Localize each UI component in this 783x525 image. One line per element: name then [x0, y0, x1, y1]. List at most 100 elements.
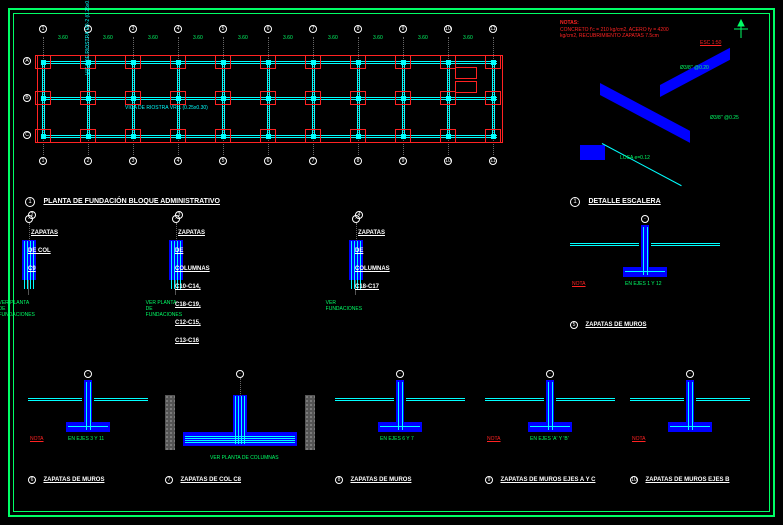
- column-marker: [401, 60, 406, 65]
- column-marker: [266, 134, 271, 139]
- grid-bubble-top: 6: [264, 25, 272, 33]
- section-grid-bubble: ·: [396, 370, 404, 378]
- rebar-h: [185, 442, 295, 443]
- floor-left: [28, 398, 82, 401]
- column-marker: [491, 96, 496, 101]
- footing-sub: VER PLANTA DE FUNDACIONES: [0, 300, 35, 318]
- stair-detail: Ø3/8" @0.20 Ø3/8" @0.25 LOSA e=0.12: [570, 55, 750, 175]
- grid-bubble-left: B: [23, 94, 31, 102]
- column-marker: [176, 96, 181, 101]
- column-marker: [41, 134, 46, 139]
- rebar-h: [185, 438, 295, 439]
- section-grid-bubble: ·: [546, 370, 554, 378]
- column-marker: [176, 60, 181, 65]
- detail-bubble: 4: [355, 211, 363, 219]
- column-marker: [176, 134, 181, 139]
- column-marker: [401, 96, 406, 101]
- foundation-plan: 13.60123.60233.60343.60453.60563.60673.6…: [25, 25, 515, 175]
- grid-bubble-bottom: 6: [264, 157, 272, 165]
- detail-title: ZAPATAS DE MUROS EJES B: [645, 477, 729, 483]
- detail-title-row: 6 ZAPATAS DE MUROS: [28, 468, 104, 486]
- detail-title-row: 10 ZAPATAS DE MUROS EJES B: [630, 468, 729, 486]
- rebar-v: [235, 396, 236, 444]
- stair-rebar-main-label: Ø3/8" @0.20: [680, 65, 709, 71]
- rebar-v: [90, 382, 91, 430]
- rebar-h: [670, 426, 710, 427]
- floor-left: [335, 398, 394, 401]
- grid-bubble-bottom: 11: [489, 157, 497, 165]
- plan-dim: 3.60: [328, 35, 338, 41]
- rebar-h: [68, 426, 108, 427]
- plan-dim: 3.60: [463, 35, 473, 41]
- floor-left: [570, 243, 639, 246]
- wall-footing-sub: EN EJES 6 Y 7: [380, 436, 414, 442]
- detail-bubble: 5: [570, 321, 578, 329]
- wall-footing-sub: EN EJES 1 Y 12: [625, 281, 662, 287]
- column-marker: [356, 134, 361, 139]
- plan-dim: 3.60: [283, 35, 293, 41]
- grid-bubble-bottom: 7: [309, 157, 317, 165]
- column-marker: [221, 134, 226, 139]
- grid-bubble-top: 7: [309, 25, 317, 33]
- wall-footing-sub: EN EJES 'A' Y 'B': [530, 436, 569, 442]
- detail-title: ZAPATAS DE COL C8: [180, 477, 241, 483]
- section-grid-bubble: ·: [236, 370, 244, 378]
- detail-bubble: 6: [28, 476, 36, 484]
- grid-bubble-left: C: [23, 131, 31, 139]
- column-marker: [311, 96, 316, 101]
- section-grid-bubble: ·: [641, 215, 649, 223]
- plan-dim: 3.60: [373, 35, 383, 41]
- section-grid-bubble: ·: [686, 370, 694, 378]
- section-grid-bubble: ·: [84, 370, 92, 378]
- stair-flight-2: [660, 48, 730, 97]
- column-marker: [356, 96, 361, 101]
- scale-label: ESC 1:50: [700, 40, 721, 46]
- grid-bubble-left: A: [23, 57, 31, 65]
- plan-dim: 3.60: [103, 35, 113, 41]
- detail-bubble: 10: [630, 476, 638, 484]
- footing-detail: ·VER PLANTA DE COLUMNAS 7 ZAPATAS DE COL…: [165, 370, 315, 480]
- detail-title: ZAPATAS DE MUROS: [585, 322, 646, 328]
- detail-title-row: 9 ZAPATAS DE MUROS EJES A Y C: [485, 468, 595, 486]
- rebar-v: [647, 227, 648, 275]
- footing-sub: VER FUNDACIONES: [326, 300, 362, 312]
- plan-dim: 3.60: [418, 35, 428, 41]
- detail-title: ZAPATAS DE MUROS: [43, 477, 104, 483]
- column-marker: [221, 60, 226, 65]
- floor-right: [556, 398, 615, 401]
- grid-bubble-bottom: 4: [174, 157, 182, 165]
- column-marker: [131, 60, 136, 65]
- rebar-v: [171, 241, 172, 289]
- floor-left: [485, 398, 544, 401]
- detail-title: ZAPATAS DE COL C9: [28, 230, 58, 272]
- stair-flight-1: [600, 83, 690, 143]
- rebar-h: [530, 426, 570, 427]
- column-marker: [446, 96, 451, 101]
- column-marker: [41, 60, 46, 65]
- column-marker: [446, 134, 451, 139]
- rebar-h: [185, 440, 295, 441]
- floor-right: [94, 398, 148, 401]
- column-marker: [131, 134, 136, 139]
- nota-label: NOTA: [30, 436, 44, 442]
- grid-bubble-top: 1: [39, 25, 47, 33]
- column-marker: [86, 96, 91, 101]
- grid-bubble-bottom: 3: [129, 157, 137, 165]
- detail-title-row: 7 ZAPATAS DE COL C8: [165, 468, 241, 486]
- rebar-h: [185, 436, 295, 437]
- column-marker: [311, 134, 316, 139]
- grid-bubble-top: 5: [219, 25, 227, 33]
- wall-footing-sub: EN EJES 3 Y 11: [68, 436, 104, 442]
- rebar-v: [402, 382, 403, 430]
- detail-bubble: 2: [28, 211, 36, 219]
- nota-label: NOTA: [487, 436, 501, 442]
- footing-detail: ·NOTA 10 ZAPATAS DE MUROS EJES B: [630, 370, 750, 480]
- grid-bubble-top: 9: [399, 25, 407, 33]
- grid-bubble-top: 3: [129, 25, 137, 33]
- north-arrow-icon: [730, 18, 752, 45]
- rebar-v: [351, 241, 352, 289]
- plan-dim: 3.60: [148, 35, 158, 41]
- column-marker: [311, 60, 316, 65]
- floor-right: [406, 398, 465, 401]
- footing-detail: ·EN EJES 1 Y 12NOTA 5 ZAPATAS DE MUROS: [570, 215, 720, 325]
